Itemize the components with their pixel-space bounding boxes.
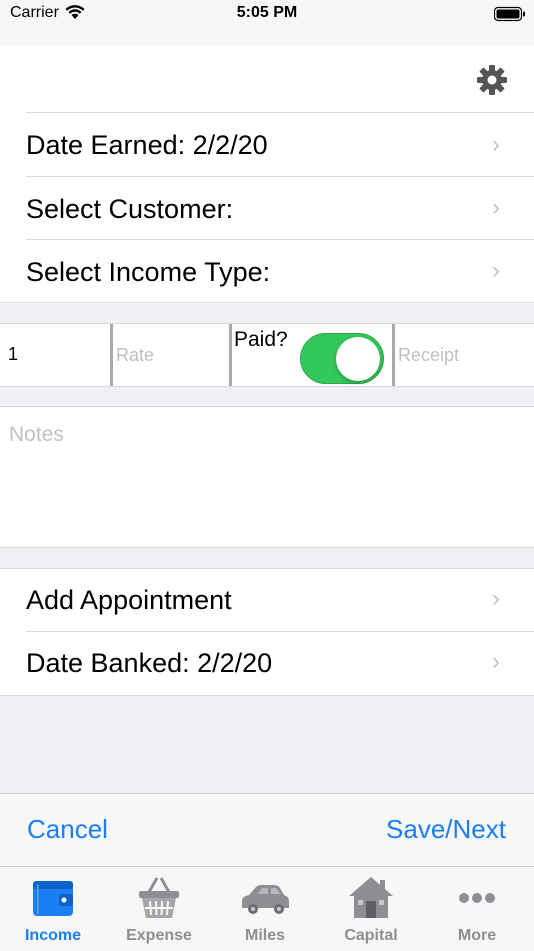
tab-capital[interactable]: Capital: [318, 866, 424, 950]
rate-field[interactable]: Rate: [113, 324, 229, 386]
chevron-right-icon: ›: [492, 585, 500, 612]
gear-icon[interactable]: [476, 64, 508, 101]
more-icon: [451, 874, 503, 922]
chevron-right-icon: ›: [492, 131, 500, 158]
toggle-knob: [336, 337, 380, 381]
tab-expense[interactable]: Expense: [106, 866, 212, 950]
battery-icon: [493, 6, 526, 27]
wallet-icon: [27, 874, 79, 922]
date-banked-row[interactable]: Date Banked: 2/2/20 ›: [0, 632, 534, 695]
paid-label: Paid?: [234, 328, 288, 351]
tab-capital-label: Capital: [344, 927, 398, 944]
select-income-type-label: Select Income Type:: [26, 257, 271, 287]
receipt-placeholder: Receipt: [398, 345, 460, 365]
quantity-field[interactable]: 1: [0, 324, 110, 386]
tab-more-label: More: [457, 927, 497, 944]
house-icon: [345, 874, 397, 922]
tab-miles-label: Miles: [244, 927, 285, 944]
chevron-right-icon: ›: [492, 648, 500, 675]
add-appointment-label: Add Appointment: [26, 585, 232, 615]
quantity-value: 1: [8, 344, 19, 364]
tab-income[interactable]: Income: [0, 866, 106, 950]
receipt-field[interactable]: Receipt: [395, 324, 534, 386]
select-income-type-row[interactable]: Select Income Type: ›: [0, 240, 534, 302]
save-next-button[interactable]: Save/Next: [386, 814, 506, 845]
separator: [0, 386, 534, 387]
separator: [0, 695, 534, 696]
chevron-right-icon: ›: [492, 194, 500, 221]
add-appointment-row[interactable]: Add Appointment ›: [0, 569, 534, 631]
date-earned-row[interactable]: Date Earned: 2/2/20 ›: [0, 113, 534, 176]
notes-field[interactable]: Notes: [0, 407, 534, 547]
paid-toggle[interactable]: [300, 333, 384, 384]
rate-placeholder: Rate: [116, 345, 155, 365]
tab-expense-label: Expense: [126, 927, 192, 944]
separator: [0, 547, 534, 548]
tab-income-label: Income: [24, 927, 81, 944]
car-icon: [239, 874, 291, 922]
date-earned-label: Date Earned: 2/2/20: [26, 130, 268, 160]
tab-miles[interactable]: Miles: [212, 866, 318, 950]
select-customer-label: Select Customer:: [26, 194, 234, 224]
separator: [0, 302, 534, 303]
tab-more[interactable]: More: [424, 866, 530, 950]
cancel-button[interactable]: Cancel: [27, 814, 108, 845]
status-time: 5:05 PM: [236, 4, 298, 21]
field-divider: [229, 324, 232, 386]
chevron-right-icon: ›: [492, 257, 500, 284]
select-customer-row[interactable]: Select Customer: ›: [0, 177, 534, 239]
notes-placeholder: Notes: [9, 423, 64, 446]
date-banked-label: Date Banked: 2/2/20: [26, 648, 273, 678]
basket-icon: [133, 874, 185, 922]
